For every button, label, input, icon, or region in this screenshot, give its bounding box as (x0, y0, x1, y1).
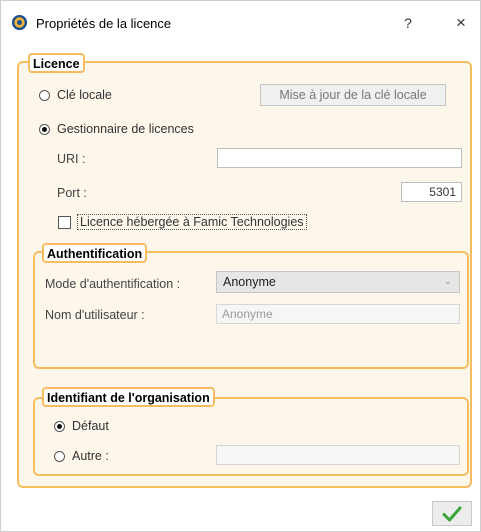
auth-mode-value: Anonyme (223, 275, 276, 289)
auth-group-label: Authentification (42, 243, 148, 263)
other-org-radio-dot[interactable] (54, 450, 65, 462)
organization-group-label: Identifiant de l'organisation (42, 387, 215, 407)
local-key-radio[interactable]: Clé locale (39, 88, 112, 102)
window-title: Propriétés de la licence (36, 16, 172, 31)
license-manager-radio-dot[interactable] (39, 123, 50, 135)
username-label: Nom d'utilisateur : (45, 308, 145, 322)
licence-group-label: Licence (28, 53, 85, 73)
uri-input[interactable] (217, 148, 462, 168)
update-local-key-button[interactable]: Mise à jour de la clé locale (260, 84, 446, 106)
checkmark-icon (442, 506, 462, 521)
hosted-license-checkbox-box[interactable] (58, 215, 71, 229)
license-properties-dialog: Propriétés de la licence ? × Licence Clé… (0, 0, 481, 532)
other-org-input[interactable] (216, 445, 460, 465)
username-input[interactable]: Anonyme (216, 304, 460, 324)
auth-mode-select[interactable]: Anonyme ⌄ (216, 271, 460, 293)
default-org-label: Défaut (72, 419, 109, 433)
port-label: Port : (57, 186, 87, 200)
default-org-radio-dot[interactable] (54, 420, 65, 432)
ok-button[interactable] (432, 501, 472, 526)
license-manager-label: Gestionnaire de licences (57, 122, 194, 136)
local-key-radio-dot[interactable] (39, 89, 50, 101)
local-key-label: Clé locale (57, 88, 112, 102)
hosted-license-checkbox[interactable]: Licence hébergée à Famic Technologies (58, 214, 307, 230)
other-org-label: Autre : (72, 449, 109, 463)
other-org-radio[interactable]: Autre : (54, 449, 109, 463)
auth-mode-label: Mode d'authentification : (45, 277, 181, 291)
default-org-radio[interactable]: Défaut (54, 419, 109, 433)
app-logo-icon (11, 14, 28, 31)
title-bar: Propriétés de la licence ? × (1, 1, 481, 45)
hosted-license-label: Licence hébergée à Famic Technologies (77, 214, 307, 230)
license-manager-radio[interactable]: Gestionnaire de licences (39, 122, 194, 136)
port-input[interactable]: 5301 (401, 182, 462, 202)
uri-label: URI : (57, 152, 86, 166)
close-button[interactable]: × (449, 12, 473, 34)
chevron-down-icon: ⌄ (443, 276, 452, 287)
help-button[interactable]: ? (396, 12, 420, 34)
